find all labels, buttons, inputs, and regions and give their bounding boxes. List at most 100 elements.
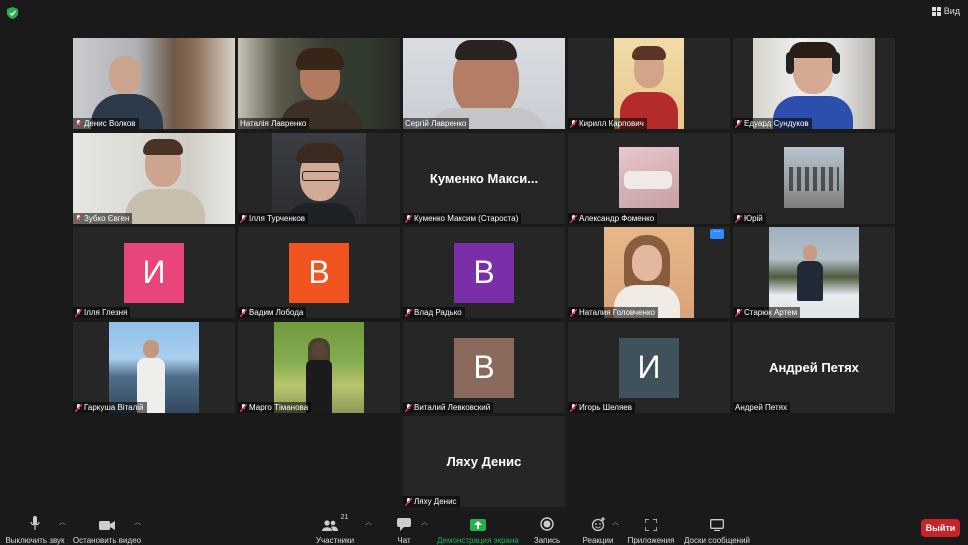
muted-mic-icon: [240, 403, 247, 412]
record-label: Запись: [533, 536, 561, 545]
reactions-button[interactable]: Реакции: [581, 509, 615, 545]
muted-mic-icon: [570, 119, 577, 128]
participant-name-tag: Игорь Шеляев: [568, 402, 635, 413]
participant-name-tag: Наталія Лавренко: [238, 118, 310, 129]
participants-button[interactable]: 21 Участники: [314, 509, 356, 545]
muted-mic-icon: [75, 308, 82, 317]
muted-mic-icon: [570, 403, 577, 412]
security-shield-icon[interactable]: [7, 7, 18, 19]
video-tile-aleksandr-fomenko[interactable]: Александр Фоменко: [568, 133, 730, 224]
record-icon: [540, 517, 554, 531]
audio-options-caret-icon[interactable]: ︿: [59, 517, 66, 527]
muted-mic-icon: [405, 308, 412, 317]
apps-icon: [645, 519, 657, 531]
chat-bubble-icon: [397, 518, 411, 531]
video-tile-liakhu-denis[interactable]: Ляху Денис Ляху Денис: [403, 416, 565, 507]
participant-name: Ілля Турченков: [249, 214, 306, 223]
participant-name: Виталий Левковский: [414, 403, 491, 412]
video-tile-yurii[interactable]: Юрій: [733, 133, 895, 224]
video-tile-igor-sheliaev[interactable]: И Игорь Шеляев: [568, 322, 730, 413]
apps-label: Приложения: [627, 536, 675, 545]
participant-name-tag: Вадим Лобода: [238, 307, 307, 318]
share-screen-button[interactable]: Демонстрация экрана: [436, 509, 520, 545]
participant-avatar: В: [289, 242, 349, 303]
muted-mic-icon: [570, 214, 577, 223]
video-tile-sergii-lavrenko[interactable]: Сергій Лавренко: [403, 38, 565, 129]
participant-name: Марго Тіманова: [249, 403, 309, 412]
participant-name: Куменко Максим (Староста): [414, 214, 519, 223]
participant-name: Старюк Артем: [744, 308, 798, 317]
participant-name-tag: Ляху Денис: [403, 496, 460, 507]
chat-button[interactable]: Чат: [392, 509, 416, 545]
whiteboard-icon: [710, 519, 724, 531]
participant-display-name: Ляху Денис: [446, 454, 522, 469]
muted-mic-icon: [405, 403, 412, 412]
leave-meeting-button[interactable]: Выйти: [921, 519, 960, 537]
participant-avatar: И: [124, 242, 184, 303]
reactions-label: Реакции: [582, 536, 614, 545]
muted-mic-icon: [75, 214, 82, 223]
participant-name-tag: Кирилл Карпович: [568, 118, 647, 129]
video-tile-natalia-lavrenko[interactable]: Наталія Лавренко: [238, 38, 400, 129]
emoji-reaction-icon: [591, 517, 605, 531]
whiteboards-label: Доски сообщений: [684, 536, 751, 545]
mute-button[interactable]: Выключить звук: [5, 509, 65, 545]
video-tile-vadym-loboda[interactable]: В Вадим Лобода: [238, 227, 400, 318]
participant-name-tag: Андрей Петях: [733, 402, 790, 413]
video-tile-denis-volkov[interactable]: Денис Волков: [73, 38, 235, 129]
video-tile-harkusha-vitalii[interactable]: Гаркуша Віталій: [73, 322, 235, 413]
stop-video-button[interactable]: Остановить видео: [72, 509, 142, 545]
participant-avatar: В: [454, 337, 514, 398]
video-tile-vitalii-levkovskii[interactable]: В Виталий Левковский: [403, 322, 565, 413]
video-tile-natalia-holovchenko[interactable]: ··· Наталия Головченко: [568, 227, 730, 318]
participant-name: Игорь Шеляев: [579, 403, 632, 412]
participant-name: Андрей Петях: [735, 403, 787, 412]
participant-name: Ілля Глезня: [84, 308, 128, 317]
video-tile-kirill-karpovich[interactable]: Кирилл Карпович: [568, 38, 730, 129]
video-tile-margo-timanova[interactable]: Марго Тіманова: [238, 322, 400, 413]
participant-name: Влад Радько: [414, 308, 462, 317]
record-button[interactable]: Запись: [532, 509, 562, 545]
share-screen-icon: [470, 519, 486, 531]
whiteboards-button[interactable]: Доски сообщений: [684, 509, 750, 545]
participant-name-tag: Денис Волков: [73, 118, 139, 129]
participants-options-caret-icon[interactable]: ︿: [365, 517, 372, 527]
participant-name: Сергій Лавренко: [405, 119, 467, 128]
participant-name: Наталія Лавренко: [240, 119, 307, 128]
video-tile-zubko-yevhen[interactable]: Зубко Євген: [73, 133, 235, 224]
muted-mic-icon: [735, 119, 742, 128]
participants-count: 21: [340, 514, 349, 521]
participant-name-tag: Куменко Максим (Староста): [403, 213, 522, 224]
participant-name: Наталия Головченко: [579, 308, 656, 317]
apps-button[interactable]: Приложения: [628, 509, 674, 545]
muted-mic-icon: [240, 308, 247, 317]
muted-mic-icon: [75, 119, 82, 128]
video-options-caret-icon[interactable]: ︿: [134, 517, 141, 527]
chat-options-caret-icon[interactable]: ︿: [421, 517, 428, 527]
reactions-options-caret-icon[interactable]: ︿: [612, 517, 619, 527]
participant-name: Едуард Сундуков: [744, 119, 809, 128]
participant-name-tag: Едуард Сундуков: [733, 118, 812, 129]
tile-more-options-button[interactable]: ···: [710, 228, 724, 239]
muted-mic-icon: [735, 214, 742, 223]
stop-video-label: Остановить видео: [72, 536, 142, 545]
participant-name: Гаркуша Віталій: [84, 403, 144, 412]
view-button[interactable]: Вид: [931, 6, 960, 16]
video-tile-vlad-radko[interactable]: В Влад Радько: [403, 227, 565, 318]
participant-name-tag: Влад Радько: [403, 307, 465, 318]
video-tile-kumenko-maksym[interactable]: Куменко Макси... Куменко Максим (Старост…: [403, 133, 565, 224]
muted-mic-icon: [735, 308, 742, 317]
chat-label: Чат: [397, 536, 411, 545]
participant-name: Юрій: [744, 214, 763, 223]
participant-name-tag: Юрій: [733, 213, 766, 224]
muted-mic-icon: [75, 403, 82, 412]
participants-label: Участники: [315, 536, 355, 545]
video-tile-illia-turchenkov[interactable]: Ілля Турченков: [238, 133, 400, 224]
participants-icon: [321, 520, 338, 531]
video-tile-illia-hleznia[interactable]: И Ілля Глезня: [73, 227, 235, 318]
video-tile-andrei-petiah[interactable]: Андрей Петях Андрей Петях: [733, 322, 895, 413]
participant-name: Кирилл Карпович: [579, 119, 644, 128]
video-camera-icon: [99, 521, 115, 530]
video-tile-stariuk-artem[interactable]: Старюк Артем: [733, 227, 895, 318]
video-tile-eduard-sundukov[interactable]: Едуард Сундуков: [733, 38, 895, 129]
